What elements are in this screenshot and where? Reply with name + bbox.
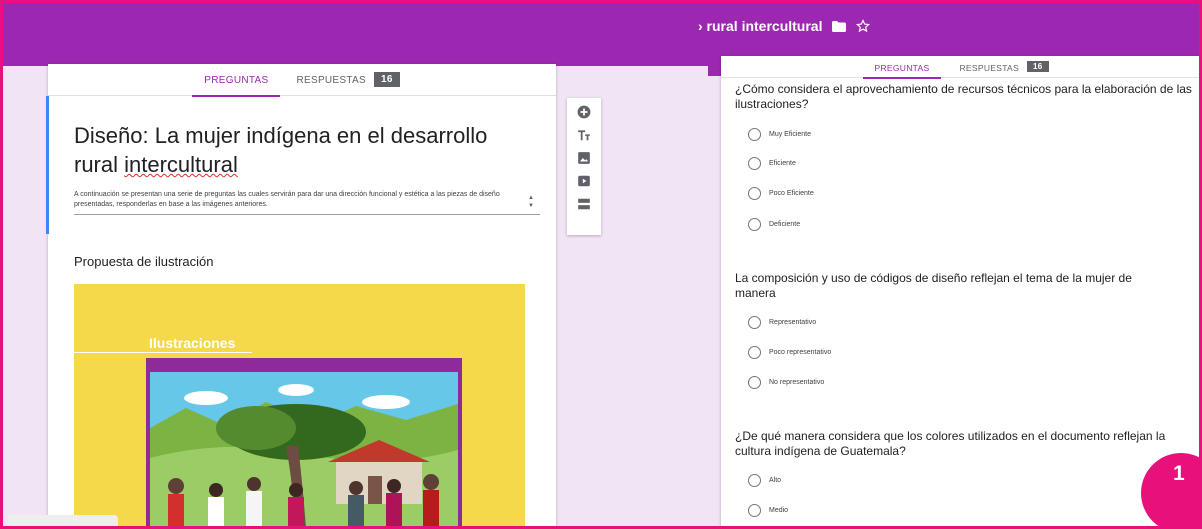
tab-questions[interactable]: PREGUNTAS (192, 64, 281, 97)
radio-option[interactable]: Eficiente (748, 157, 796, 170)
section-title[interactable]: Propuesta de ilustración (74, 254, 213, 269)
description-scroll-arrows[interactable]: ▲ ▼ (528, 194, 534, 210)
option-label: Alto (769, 477, 782, 484)
form-title-line2: rural intercultural (74, 150, 544, 179)
form-preview-right: PREGUNTAS RESPUESTAS 16 ¿Cómo considera e… (721, 56, 1202, 529)
option-label: Deficiente (769, 221, 801, 228)
editor-tabs: PREGUNTAS RESPUESTAS 16 (48, 64, 556, 97)
star-icon[interactable] (856, 19, 871, 33)
form-title[interactable]: Diseño: La mujer indígena en el desarrol… (74, 121, 544, 179)
option-label: Eficiente (769, 160, 796, 167)
radio-button[interactable] (748, 128, 761, 141)
folder-icon[interactable] (832, 20, 847, 32)
tab-responses-label: RESPUESTAS (296, 75, 366, 86)
form-title-bar: › rural intercultural (698, 18, 871, 34)
caption-rule (74, 352, 252, 353)
question-title[interactable]: ¿De qué manera considera que los colores… (735, 429, 1195, 459)
option-label: Representativo (769, 319, 817, 326)
radio-button[interactable] (748, 316, 761, 329)
radio-button[interactable] (748, 504, 761, 517)
tab-questions-label: PREGUNTAS (204, 75, 269, 86)
form-title-spellcheck-word: intercultural (124, 152, 238, 177)
question-title[interactable]: La composición y uso de códigos de diseñ… (735, 271, 1175, 301)
slide-number: 1 (1173, 462, 1185, 485)
radio-button[interactable] (748, 376, 761, 389)
radio-button[interactable] (748, 474, 761, 487)
bottom-snackbar (8, 515, 118, 529)
radio-option[interactable]: Poco representativo (748, 346, 831, 359)
option-label: Medio (769, 507, 789, 514)
radio-option[interactable]: Medio (748, 504, 788, 517)
responses-count-badge: 16 (373, 72, 400, 87)
option-label: Poco Eficiente (769, 190, 814, 197)
option-label: Poco representativo (769, 349, 832, 356)
add-section-icon[interactable] (577, 197, 591, 211)
question-title[interactable]: ¿Cómo considera el aprovechamiento de re… (735, 82, 1195, 112)
add-title-icon[interactable] (577, 128, 591, 142)
form-title-line1: Diseño: La mujer indígena en el desarrol… (74, 123, 488, 148)
preview-tabs: PREGUNTAS RESPUESTAS 16 (721, 56, 1202, 79)
radio-option[interactable]: Representativo (748, 316, 816, 329)
tab-responses[interactable]: RESPUESTAS 16 (296, 64, 400, 96)
option-label: No representativo (769, 379, 825, 386)
radio-option[interactable]: Deficiente (748, 218, 800, 231)
radio-option[interactable]: Poco Eficiente (748, 187, 814, 200)
tab-questions-label: PREGUNTAS (874, 63, 930, 73)
illustration-image: Ilustraciones (74, 284, 525, 529)
form-title-line2-a: rural (74, 152, 125, 177)
option-label: Muy Eficiente (769, 131, 812, 138)
tab-responses[interactable]: RESPUESTAS 16 (959, 56, 1049, 78)
radio-option[interactable]: Muy Eficiente (748, 128, 811, 141)
add-question-icon[interactable] (577, 105, 591, 119)
radio-button[interactable] (748, 187, 761, 200)
illustration-artwork (146, 358, 462, 529)
illustration-caption: Ilustraciones (149, 335, 236, 351)
radio-option[interactable]: No representativo (748, 376, 824, 389)
radio-option[interactable]: Alto (748, 474, 781, 487)
responses-count-badge: 16 (1027, 61, 1049, 72)
question-toolbar (567, 98, 601, 235)
add-video-icon[interactable] (577, 174, 591, 188)
add-image-icon[interactable] (577, 151, 591, 165)
radio-button[interactable] (748, 346, 761, 359)
radio-button[interactable] (748, 218, 761, 231)
radio-button[interactable] (748, 157, 761, 170)
form-description-field[interactable]: A continuación se presentan una serie de… (74, 190, 540, 215)
tab-questions[interactable]: PREGUNTAS (862, 56, 942, 79)
form-name-fragment[interactable]: › rural intercultural (698, 18, 822, 34)
active-card-indicator (46, 96, 49, 234)
tab-responses-label: RESPUESTAS (959, 63, 1019, 73)
